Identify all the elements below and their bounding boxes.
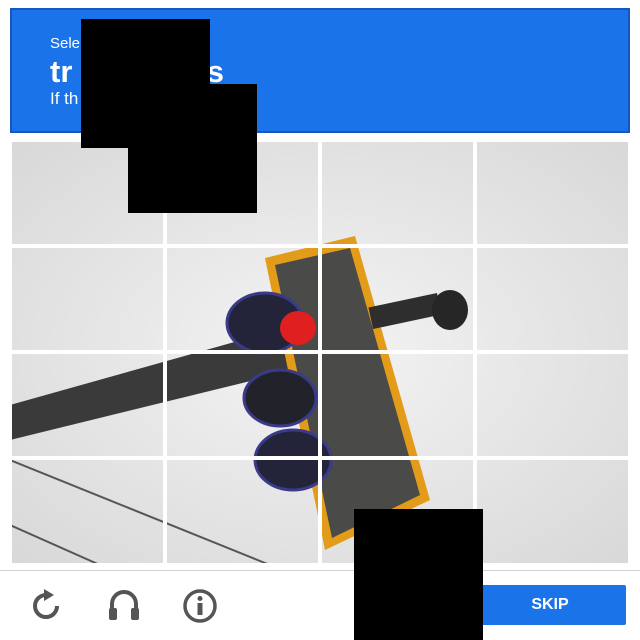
image-grid: [10, 140, 630, 565]
grid-tile[interactable]: [475, 140, 630, 246]
grid-tile[interactable]: [320, 246, 475, 352]
skip-button[interactable]: SKIP: [474, 585, 626, 625]
grid-tile[interactable]: [475, 352, 630, 458]
grid-tile[interactable]: [320, 352, 475, 458]
redaction-block: [128, 84, 257, 213]
grid-tile[interactable]: [475, 458, 630, 565]
grid-tile[interactable]: [165, 246, 320, 352]
grid-tile[interactable]: [10, 246, 165, 352]
grid-tile[interactable]: [165, 352, 320, 458]
grid-tile[interactable]: [475, 246, 630, 352]
audio-icon[interactable]: [106, 588, 142, 624]
info-icon[interactable]: [182, 588, 218, 624]
grid-tile[interactable]: [320, 140, 475, 246]
redaction-block: [354, 509, 483, 640]
grid-tile[interactable]: [165, 458, 320, 565]
captcha-frame: Sele with tr ghts If th k skip: [0, 0, 640, 640]
captcha-footer: SKIP: [0, 570, 640, 640]
grid-tile[interactable]: [10, 458, 165, 565]
reload-icon[interactable]: [28, 588, 64, 624]
grid-tile[interactable]: [10, 352, 165, 458]
